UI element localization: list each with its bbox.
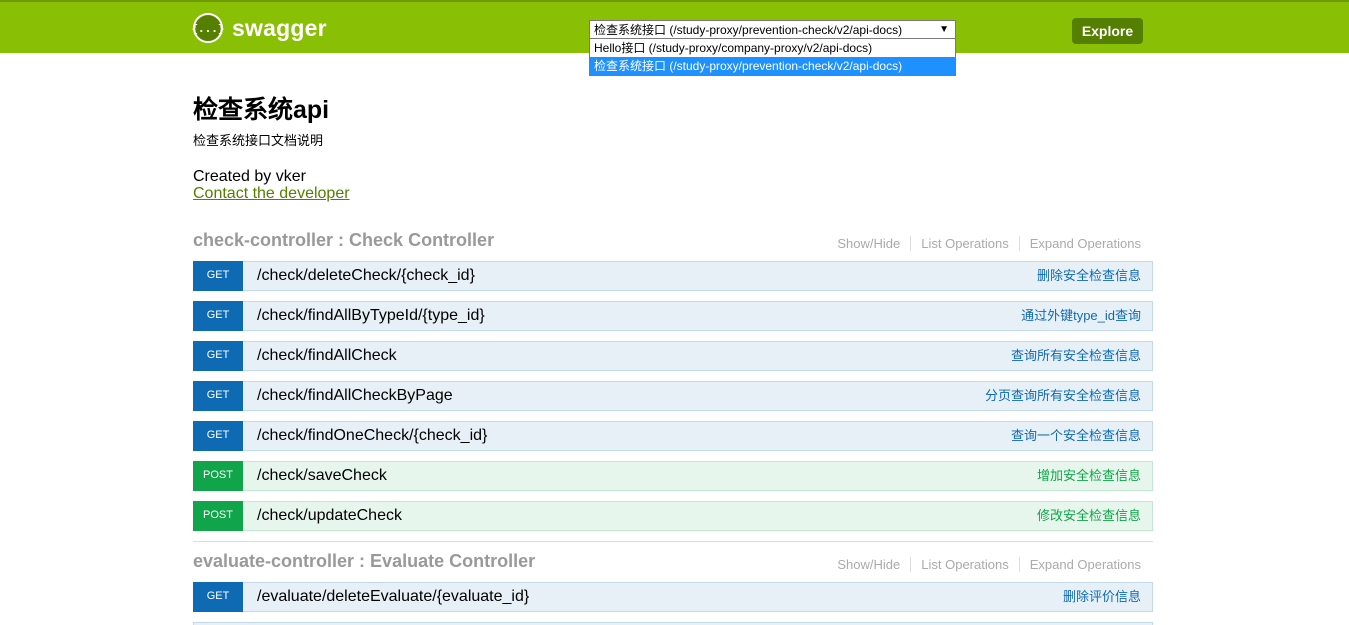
- operation-summary[interactable]: 分页查询所有安全检查信息: [985, 382, 1141, 410]
- list-operations-link[interactable]: List Operations: [910, 236, 1018, 251]
- swagger-logo-icon: {...}: [191, 13, 225, 43]
- operation-row[interactable]: POST /check/saveCheck 增加安全检查信息: [193, 461, 1153, 491]
- list-operations-link[interactable]: List Operations: [910, 557, 1018, 572]
- swagger-logo[interactable]: {...} swagger: [191, 12, 327, 44]
- operation-summary[interactable]: 修改安全检查信息: [1037, 502, 1141, 530]
- operation-summary[interactable]: 查询所有安全检查信息: [1011, 342, 1141, 370]
- operation-summary[interactable]: 增加安全检查信息: [1037, 462, 1141, 490]
- expand-operations-link[interactable]: Expand Operations: [1018, 236, 1141, 251]
- expand-operations-link[interactable]: Expand Operations: [1018, 557, 1141, 572]
- method-badge[interactable]: GET: [193, 301, 243, 331]
- method-badge[interactable]: GET: [193, 381, 243, 411]
- operation-path[interactable]: /check/findOneCheck/{check_id}: [257, 422, 487, 450]
- resource-evaluate-controller: evaluate-controller : Evaluate Controlle…: [193, 551, 1153, 625]
- method-badge[interactable]: GET: [193, 341, 243, 371]
- method-badge[interactable]: POST: [193, 501, 243, 531]
- operation-path[interactable]: /evaluate/deleteEvaluate/{evaluate_id}: [257, 583, 529, 611]
- dropdown-arrow-icon: ▼: [939, 24, 949, 35]
- show-hide-link[interactable]: Show/Hide: [837, 236, 910, 251]
- api-description: 检查系统接口文档说明: [193, 133, 324, 148]
- operation-summary[interactable]: 删除评价信息: [1063, 583, 1141, 611]
- api-spec-select[interactable]: 检查系统接口 (/study-proxy/prevention-check/v2…: [589, 20, 956, 40]
- resource-header: evaluate-controller : Evaluate Controlle…: [193, 551, 1153, 579]
- dropdown-option[interactable]: Hello接口 (/study-proxy/company-proxy/v2/a…: [590, 39, 955, 57]
- operation-row[interactable]: GET /check/deleteCheck/{check_id} 删除安全检查…: [193, 261, 1153, 291]
- method-badge[interactable]: GET: [193, 261, 243, 291]
- operation-row[interactable]: GET /check/findAllByTypeId/{type_id} 通过外…: [193, 301, 1153, 331]
- operation-summary[interactable]: 查询一个安全检查信息: [1011, 422, 1141, 450]
- resource-links: Show/Hide List Operations Expand Operati…: [837, 557, 1141, 572]
- operation-path[interactable]: /check/deleteCheck/{check_id}: [257, 262, 475, 290]
- resource-header: check-controller : Check Controller Show…: [193, 230, 1153, 258]
- operation-path[interactable]: /check/updateCheck: [257, 502, 402, 530]
- resource-check-controller: check-controller : Check Controller Show…: [193, 230, 1153, 542]
- operation-path[interactable]: /check/findAllCheck: [257, 342, 397, 370]
- contact-developer-link[interactable]: Contact the developer: [193, 185, 350, 203]
- operation-row[interactable]: POST /check/updateCheck 修改安全检查信息: [193, 501, 1153, 531]
- created-by: Created by vker: [193, 168, 306, 185]
- logo-text: swagger: [232, 14, 327, 41]
- resource-title[interactable]: evaluate-controller : Evaluate Controlle…: [193, 551, 535, 572]
- operation-row[interactable]: GET /check/findAllCheck 查询所有安全检查信息: [193, 341, 1153, 371]
- explore-button[interactable]: Explore: [1072, 18, 1143, 44]
- operation-row[interactable]: GET /evaluate/deleteEvaluate/{evaluate_i…: [193, 582, 1153, 612]
- api-spec-dropdown: Hello接口 (/study-proxy/company-proxy/v2/a…: [589, 38, 956, 76]
- method-badge[interactable]: GET: [193, 421, 243, 451]
- resource-title[interactable]: check-controller : Check Controller: [193, 230, 494, 251]
- method-badge[interactable]: GET: [193, 582, 243, 612]
- method-badge[interactable]: POST: [193, 461, 243, 491]
- select-value: 检查系统接口 (/study-proxy/prevention-check/v2…: [594, 23, 903, 37]
- operation-summary[interactable]: 通过外键type_id查询: [1021, 302, 1141, 330]
- operation-row[interactable]: GET /check/findOneCheck/{check_id} 查询一个安…: [193, 421, 1153, 451]
- dropdown-option-selected[interactable]: 检查系统接口 (/study-proxy/prevention-check/v2…: [590, 57, 955, 75]
- api-title: 检查系统api: [193, 96, 330, 124]
- operation-path[interactable]: /check/findAllCheckByPage: [257, 382, 453, 410]
- section-divider: [193, 541, 1153, 542]
- operation-row[interactable]: GET /check/findAllCheckByPage 分页查询所有安全检查…: [193, 381, 1153, 411]
- show-hide-link[interactable]: Show/Hide: [837, 557, 910, 572]
- operation-summary[interactable]: 删除安全检查信息: [1037, 262, 1141, 290]
- operation-path[interactable]: /check/saveCheck: [257, 462, 387, 490]
- resource-links: Show/Hide List Operations Expand Operati…: [837, 236, 1141, 251]
- operation-path[interactable]: /check/findAllByTypeId/{type_id}: [257, 302, 485, 330]
